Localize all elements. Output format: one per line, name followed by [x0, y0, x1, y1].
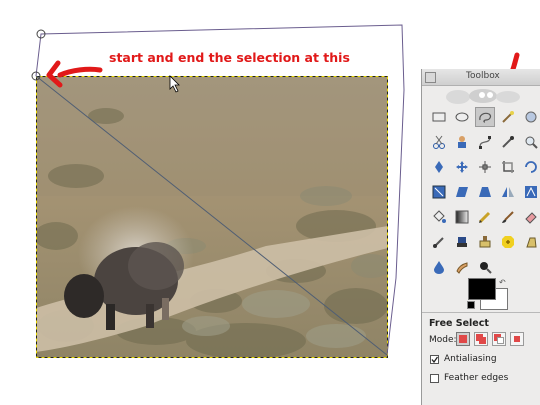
color-select-icon[interactable]	[521, 107, 540, 127]
clone-icon[interactable]	[475, 232, 495, 252]
feather-edges-label: Feather edges	[444, 373, 509, 383]
mode-label: Mode:	[429, 335, 457, 345]
cage-icon[interactable]	[521, 182, 540, 202]
perspective-icon[interactable]	[475, 182, 495, 202]
tool-options-title: Free Select	[429, 318, 489, 329]
window-menu-icon[interactable]	[425, 72, 436, 83]
toolbox-panel: Toolbox ↶ Free Select Mode: Antialiasing…	[421, 69, 540, 405]
rotate-icon[interactable]	[521, 157, 540, 177]
gimp-logo-banner	[446, 89, 520, 104]
mode-subtract-button[interactable]	[492, 332, 506, 346]
feather-edges-checkbox[interactable]	[430, 374, 439, 383]
anchor-handle-top[interactable]	[36, 29, 46, 39]
rect-select-icon[interactable]	[429, 107, 449, 127]
perspective-clone-icon[interactable]	[521, 232, 540, 252]
toolbox-title: Toolbox	[466, 71, 500, 81]
scale-icon[interactable]	[429, 182, 449, 202]
image-canvas[interactable]	[36, 76, 388, 358]
ellipse-select-icon[interactable]	[452, 107, 472, 127]
swap-colors-icon[interactable]: ↶	[499, 278, 506, 287]
fuzzy-select-icon[interactable]	[498, 107, 518, 127]
airbrush-icon[interactable]	[429, 232, 449, 252]
blur-icon[interactable]	[429, 257, 449, 277]
heal-icon[interactable]	[498, 232, 518, 252]
mode-intersect-button[interactable]	[510, 332, 524, 346]
color-picker-icon[interactable]	[498, 132, 518, 152]
eraser-icon[interactable]	[521, 207, 540, 227]
paths-icon[interactable]	[475, 132, 495, 152]
shear-icon[interactable]	[452, 182, 472, 202]
free-select-icon[interactable]	[475, 107, 495, 127]
mode-replace-button[interactable]	[456, 332, 470, 346]
mode-add-button[interactable]	[474, 332, 488, 346]
flip-icon[interactable]	[498, 182, 518, 202]
pencil-icon[interactable]	[475, 207, 495, 227]
blend-icon[interactable]	[452, 207, 472, 227]
dodge-burn-icon[interactable]	[475, 257, 495, 277]
divider	[422, 312, 540, 313]
ink-icon[interactable]	[452, 232, 472, 252]
scissors-icon[interactable]	[429, 132, 449, 152]
bucket-fill-icon[interactable]	[429, 207, 449, 227]
smudge-icon[interactable]	[452, 257, 472, 277]
default-colors-icon[interactable]	[467, 301, 475, 309]
move-icon[interactable]	[452, 157, 472, 177]
foreground-select-icon[interactable]	[452, 132, 472, 152]
antialiasing-label: Antialiasing	[444, 354, 497, 364]
measure-icon[interactable]	[429, 157, 449, 177]
crop-icon[interactable]	[498, 157, 518, 177]
screenshot: start and end the selection at this Tool…	[0, 0, 540, 405]
paintbrush-icon[interactable]	[498, 207, 518, 227]
toolbox-titlebar[interactable]: Toolbox	[422, 69, 540, 86]
annotation-text: start and end the selection at this	[109, 50, 350, 65]
antialiasing-checkbox[interactable]	[430, 355, 439, 364]
foreground-color-swatch[interactable]	[468, 278, 496, 300]
zoom-icon[interactable]	[521, 132, 540, 152]
align-icon[interactable]	[475, 157, 495, 177]
